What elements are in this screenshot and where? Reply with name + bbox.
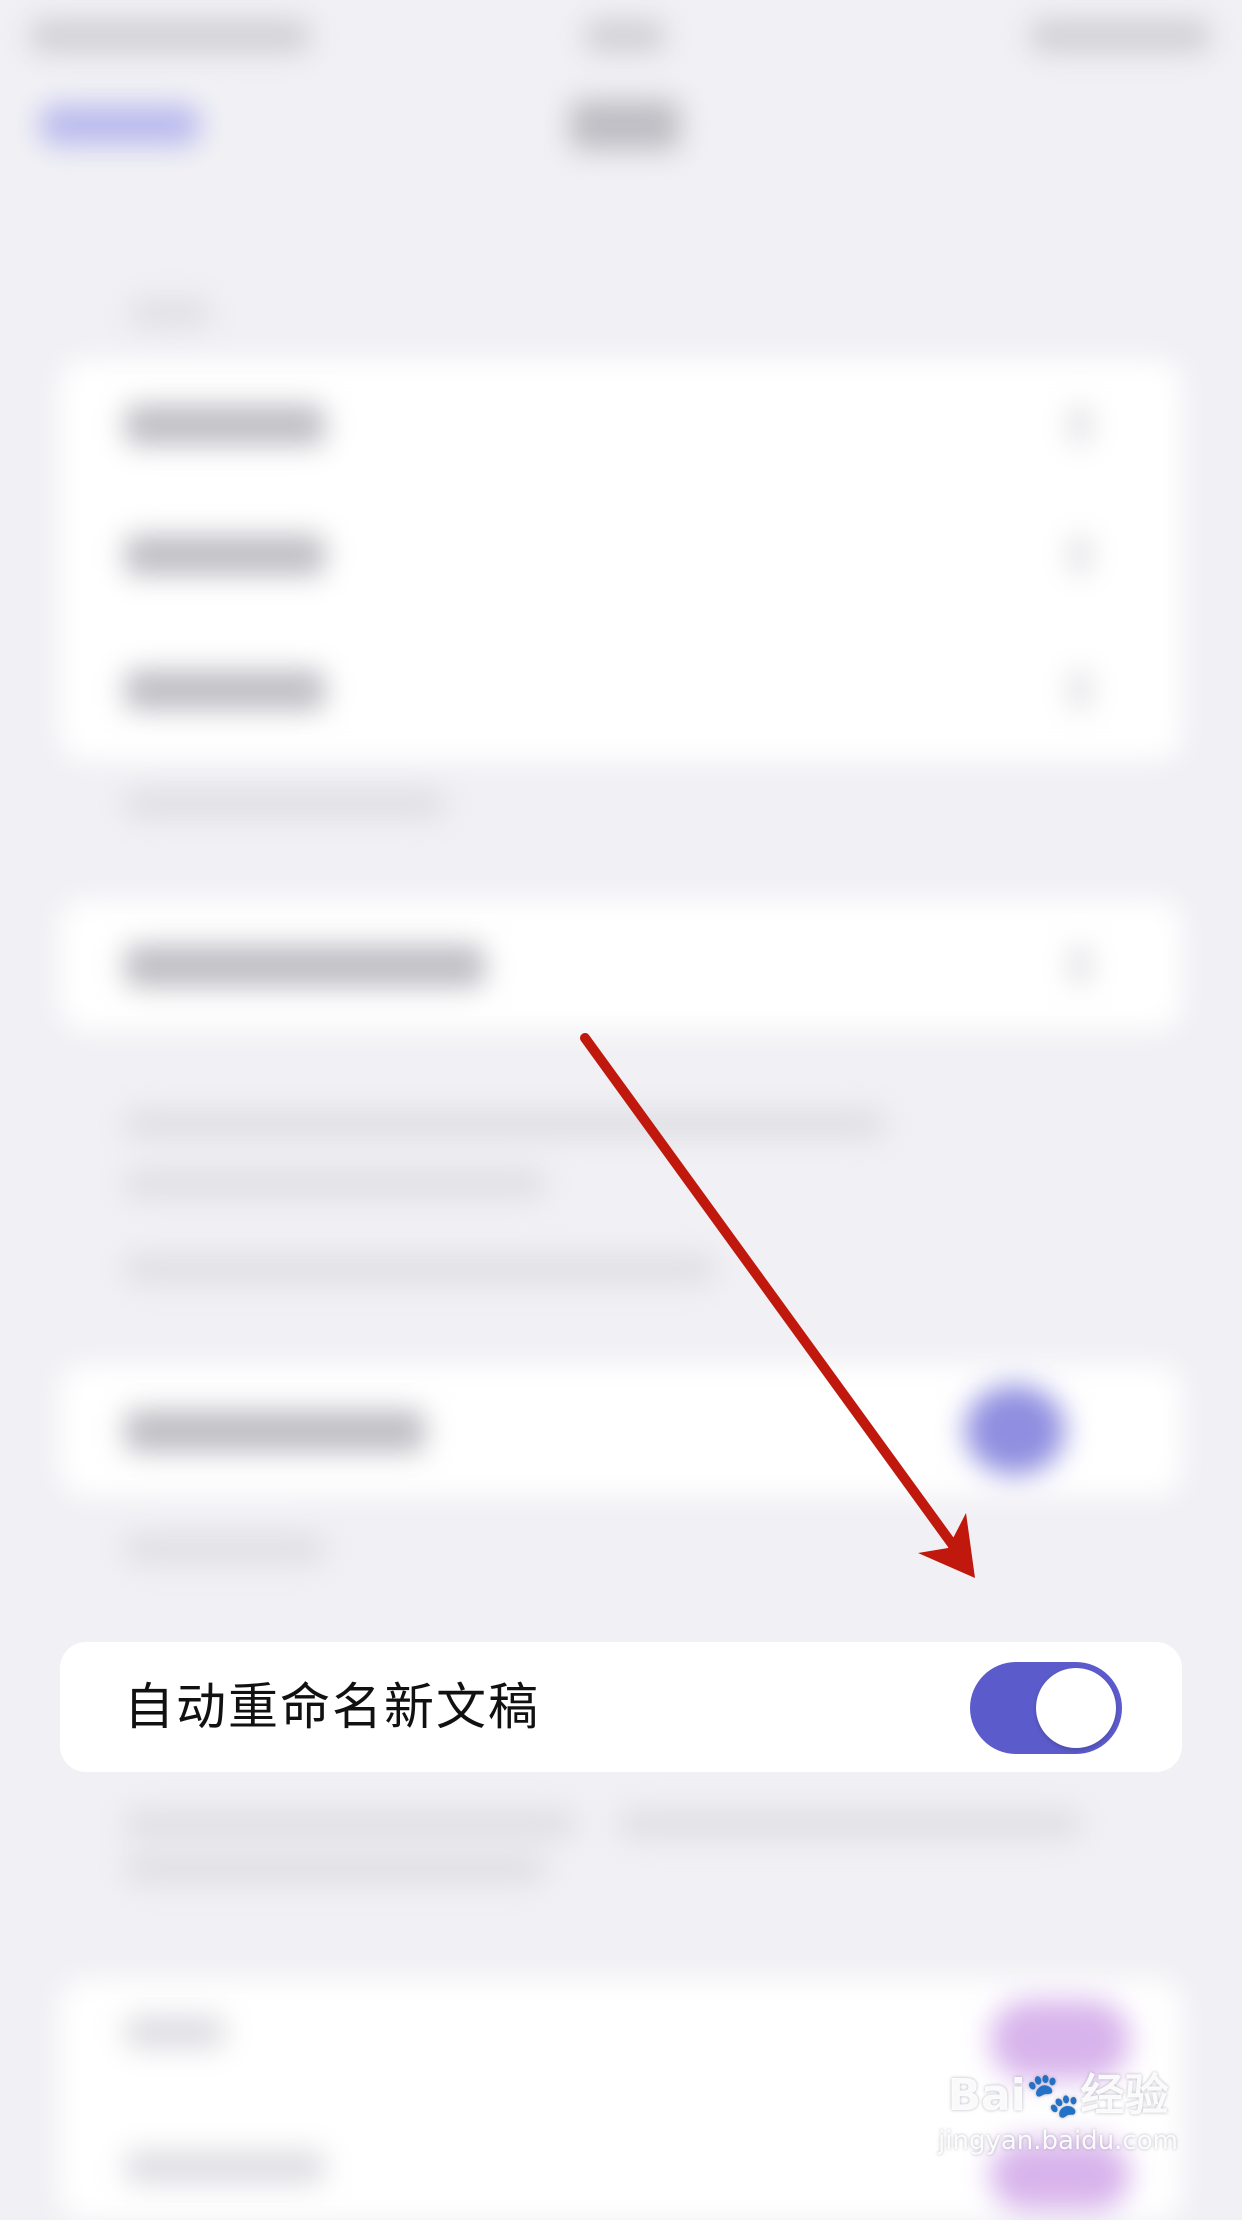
status-right — [1030, 20, 1210, 52]
chevron-blur-3 — [1070, 670, 1090, 710]
footer-blur-2 — [125, 1855, 545, 1883]
toggle-knob — [1036, 1668, 1116, 1748]
status-left — [30, 20, 310, 52]
chevron-blur-2 — [1070, 535, 1090, 575]
watermark-url: jingyan.baidu.com — [938, 2126, 1178, 2156]
group-card-1 — [60, 360, 1182, 760]
chevron-blur-1 — [1070, 405, 1090, 445]
footer-blur-1 — [125, 1810, 575, 1838]
group-3-footer-blur — [125, 1535, 325, 1563]
section-header-blur — [130, 300, 210, 326]
blurred-background — [0, 0, 1242, 2220]
row-3-blur — [125, 670, 325, 710]
chevron-blur-4 — [1070, 945, 1090, 985]
row-4-blur — [125, 945, 485, 987]
auto-rename-toggle[interactable] — [970, 1662, 1122, 1754]
toggle-blur — [965, 1385, 1065, 1475]
nav-title-blur — [570, 100, 680, 150]
footer-blur-3 — [620, 1810, 1080, 1838]
group-1-footer-blur — [125, 790, 445, 818]
back-button-blur — [40, 105, 200, 145]
auto-rename-label: 自动重命名新文稿 — [124, 1678, 540, 1736]
row-1-blur — [125, 405, 325, 445]
group-card-3 — [60, 1365, 1182, 1495]
group-2-footer-blur-3 — [125, 1255, 715, 1283]
group-2-footer-blur-2 — [125, 1170, 545, 1198]
row-7-blur — [125, 2150, 325, 2184]
row-6-blur — [125, 2015, 225, 2049]
watermark-logo: Bai🐾经验 — [947, 2070, 1169, 2121]
group-2-footer-blur-1 — [125, 1110, 885, 1138]
arrow-annotation-icon — [580, 1033, 975, 1578]
baidu-jingyan-watermark: Bai🐾经验 jingyan.baidu.com — [928, 2068, 1188, 2178]
status-center — [585, 20, 665, 52]
row-2-blur — [125, 535, 325, 575]
row-5-blur — [125, 1410, 425, 1452]
auto-rename-setting-row: 自动重命名新文稿 — [60, 1642, 1182, 1772]
group-card-2 — [60, 900, 1182, 1030]
